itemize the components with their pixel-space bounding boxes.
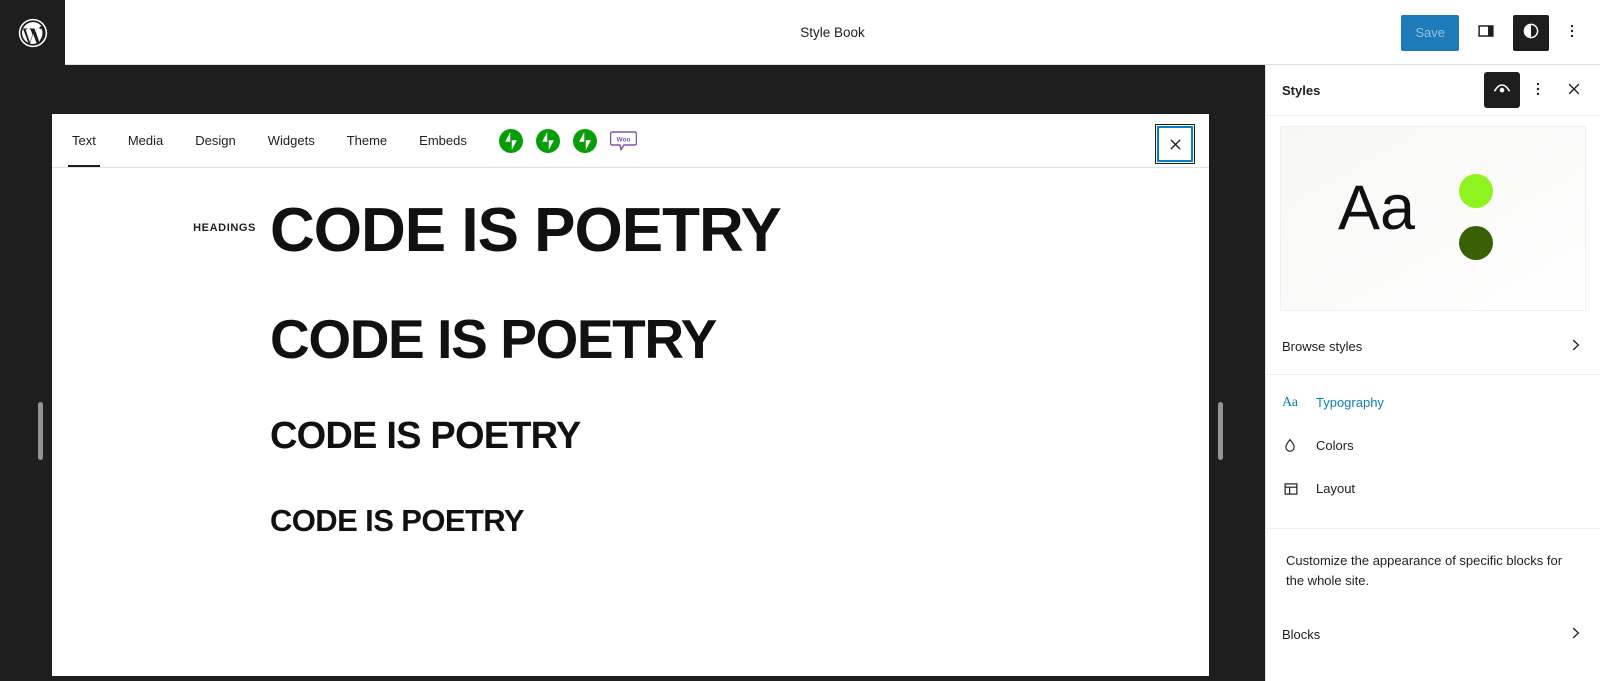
style-book-tab-bar: Text Media Design Widgets Theme Embeds [52,114,1209,168]
styles-sidebar-header: Styles [1266,65,1600,116]
tab-text[interactable]: Text [56,114,112,167]
styles-more-options-button[interactable] [1520,72,1556,108]
style-book-content: HEADINGS CODE IS POETRY CODE IS POETRY C… [52,168,1209,538]
page-title: Style Book [65,0,1600,65]
palette-dot-secondary [1459,226,1493,260]
tab-woocommerce-icon[interactable]: Woo [610,131,637,151]
style-variation-preview[interactable]: Aa [1280,126,1586,311]
sidebar-item-label: Typography [1316,395,1384,410]
blocks-label: Blocks [1282,627,1320,642]
heading-preview-h4: CODE IS POETRY [270,504,1209,539]
chevron-right-icon [1566,624,1584,645]
save-button[interactable]: Save [1401,15,1459,51]
tab-embeds[interactable]: Embeds [403,114,483,167]
styles-sidebar: Styles [1265,65,1600,681]
layout-grid-icon [1282,480,1306,498]
typography-preview-sample: Aa [1338,177,1415,240]
kebab-menu-icon [1529,80,1547,101]
eye-style-book-icon [1491,78,1513,103]
headings-section: HEADINGS CODE IS POETRY CODE IS POETRY C… [52,178,1209,538]
headings-preview-list: CODE IS POETRY CODE IS POETRY CODE IS PO… [270,178,1209,538]
top-bar-main: Style Book Save [65,0,1600,65]
style-book-preview-button[interactable] [1484,72,1520,108]
style-book-editor: Style Book Save [0,0,1600,681]
blocks-description: Customize the appearance of specific blo… [1266,529,1600,591]
heading-preview-h1: CODE IS POETRY [270,196,1209,265]
sidebar-item-blocks[interactable]: Blocks [1266,613,1600,656]
close-x-icon [1167,136,1184,153]
editor-options-button[interactable] [1558,15,1586,51]
heading-preview-h2: CODE IS POETRY [270,309,1209,371]
top-bar-actions: Save [1401,0,1586,65]
headings-section-label: HEADINGS [52,178,270,538]
heading-preview-h3: CODE IS POETRY [270,415,1209,458]
browse-styles-label: Browse styles [1282,339,1362,354]
aa-typography-icon: Aa [1282,395,1306,411]
sidebar-divider-1 [1266,374,1600,375]
sidebar-item-colors[interactable]: Colors [1266,424,1600,467]
sidebar-item-layout[interactable]: Layout [1266,467,1600,510]
sidebar-panel-icon [1475,20,1497,45]
tab-jetpack-icon-3[interactable] [573,129,597,153]
resize-handle-right[interactable] [1218,402,1223,460]
browse-styles-row[interactable]: Browse styles [1266,325,1600,368]
styles-sidebar-title: Styles [1282,83,1484,98]
droplet-icon [1282,437,1306,455]
sidebar-panel-toggle-button[interactable] [1468,15,1504,51]
kebab-menu-icon [1563,22,1581,43]
editor-top-bar: Style Book Save [0,0,1600,65]
editor-canvas: Text Media Design Widgets Theme Embeds [0,65,1265,681]
tab-design[interactable]: Design [179,114,251,167]
style-book-frame: Text Media Design Widgets Theme Embeds [51,113,1210,677]
tab-theme[interactable]: Theme [331,114,403,167]
palette-dot-primary [1459,174,1493,208]
styles-toggle-button[interactable] [1513,15,1549,51]
tab-widgets[interactable]: Widgets [252,114,331,167]
tab-jetpack-icon-1[interactable] [499,129,523,153]
resize-handle-left[interactable] [38,402,43,460]
sidebar-item-label: Layout [1316,481,1355,496]
tab-media[interactable]: Media [112,114,179,167]
sidebar-item-typography[interactable]: Aa Typography [1266,381,1600,424]
styles-sidebar-close-button[interactable] [1556,72,1592,108]
svg-text:Woo: Woo [616,136,630,143]
wordpress-logo-button[interactable] [0,0,65,65]
style-book-close-button[interactable] [1155,124,1195,164]
wordpress-logo-icon [16,16,50,50]
chevron-right-icon [1566,336,1584,357]
plugin-tab-icons: Woo [499,129,637,153]
contrast-circle-icon [1520,20,1542,45]
sidebar-item-label: Colors [1316,438,1354,453]
close-x-icon [1565,80,1583,101]
tab-jetpack-icon-2[interactable] [536,129,560,153]
